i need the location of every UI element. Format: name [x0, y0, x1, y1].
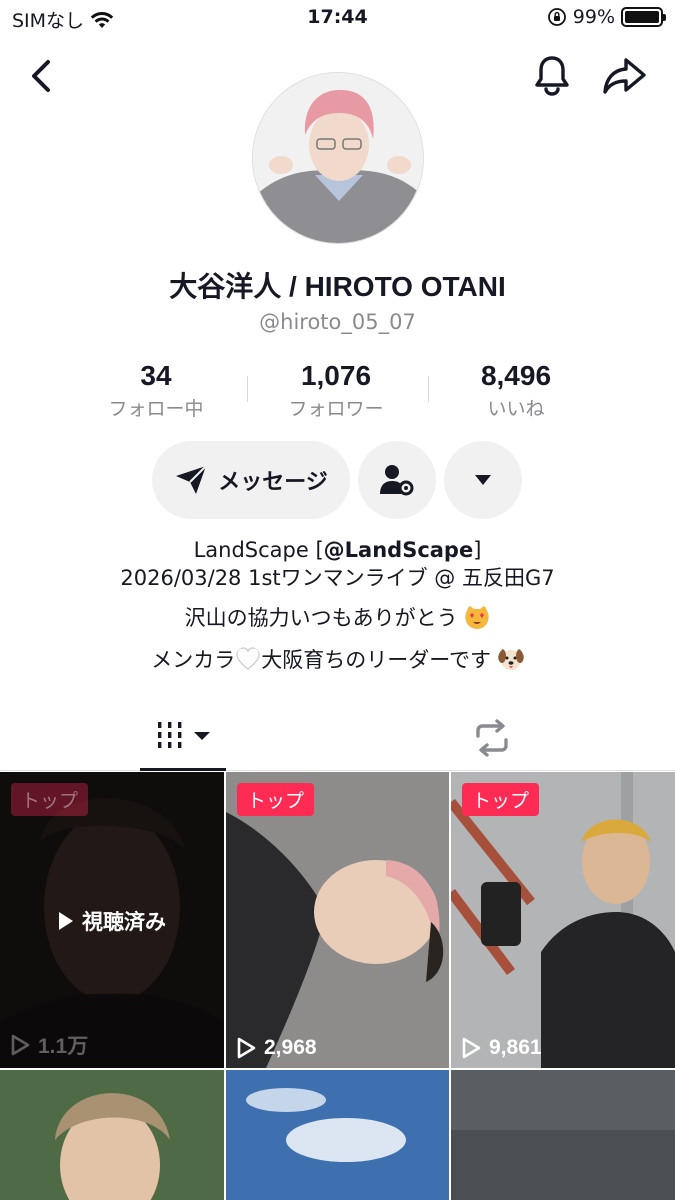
likes-count: 8,496 [480, 360, 552, 391]
battery-icon [621, 7, 666, 27]
bio-text: ] [473, 538, 482, 562]
play-outline-icon [11, 1034, 30, 1056]
bio-mention-link[interactable]: @LandScape [324, 538, 474, 562]
bio: LandScape [@LandScape] 2026/03/28 1stワンマ… [0, 536, 675, 676]
share-icon[interactable] [600, 52, 648, 98]
bio-text: 沢山の協力いつもありがとう [184, 606, 458, 630]
battery-fill [625, 11, 659, 23]
video-thumbnail [226, 772, 449, 1068]
content-tabs [0, 708, 675, 771]
video-tile[interactable] [0, 1070, 224, 1200]
dog-face-emoji-icon [497, 649, 524, 670]
grid-icon [158, 722, 210, 748]
stat-followers[interactable]: 1,076 フォロワー [246, 360, 426, 421]
person-settings-icon [380, 465, 414, 496]
watched-indicator: 視聴済み [0, 906, 224, 936]
bio-line-4: メンカラ 大阪育ちのリーダーです [0, 644, 675, 676]
orientation-lock-icon [547, 8, 566, 26]
video-thumbnail [0, 1070, 224, 1200]
play-icon [59, 912, 73, 930]
video-tile[interactable] [226, 1070, 449, 1200]
watched-label: 視聴済み [82, 910, 166, 934]
video-tile[interactable]: トップ 2,968 [226, 772, 449, 1068]
video-tile[interactable]: トップ 視聴済み 1.1万 [0, 772, 224, 1068]
followers-label: フォロワー [288, 398, 384, 420]
play-outline-icon [462, 1037, 481, 1059]
view-count-value: 1.1万 [38, 1035, 89, 1058]
video-tile[interactable]: トップ 9,861 [451, 772, 675, 1068]
followers-count: 1,076 [300, 360, 372, 391]
bio-text: メンカラ [151, 648, 236, 672]
video-thumbnail [451, 772, 675, 1068]
profile-stats: 34 フォロー中 1,076 フォロワー 8,496 いいね [60, 360, 615, 420]
add-friend-button[interactable] [358, 441, 436, 519]
avatar-image [253, 73, 423, 243]
tab-videos[interactable] [140, 708, 226, 771]
play-outline-icon [237, 1037, 256, 1059]
stat-following[interactable]: 34 フォロー中 [66, 360, 246, 421]
bio-line-3: 沢山の協力いつもありがとう [0, 602, 675, 634]
dropdown-icon [475, 475, 491, 485]
message-button[interactable]: メッセージ [152, 441, 350, 519]
view-count: 1.1万 [10, 1030, 88, 1060]
video-thumbnail [451, 1070, 675, 1200]
bell-icon[interactable] [530, 52, 574, 98]
view-count: 2,968 [236, 1036, 317, 1060]
following-label: フォロー中 [108, 398, 204, 420]
bio-line-2: 2026/03/28 1stワンマンライブ @ 五反田G7 [120, 566, 555, 590]
battery-percent: 99% [572, 6, 615, 28]
status-right: 99% [547, 6, 666, 28]
more-options-button[interactable] [444, 441, 522, 519]
display-name: 大谷洋人 / HIROTO OTANI [169, 271, 506, 302]
likes-label: いいね [487, 398, 545, 420]
back-icon[interactable] [22, 54, 62, 98]
top-badge: トップ [237, 783, 315, 816]
message-label: メッセージ [218, 470, 328, 495]
top-badge: トップ [11, 783, 89, 816]
bio-line-1: LandScape [@LandScape] [0, 536, 675, 564]
following-count: 34 [140, 360, 172, 391]
status-bar: SIMなし 17:44 99% [0, 0, 675, 40]
avatar[interactable] [252, 72, 424, 244]
tab-reposts[interactable] [452, 708, 532, 771]
view-count: 9,861 [461, 1036, 542, 1060]
username: @hiroto_05_07 [259, 310, 416, 334]
send-icon [176, 465, 207, 494]
white-heart-emoji-icon [236, 647, 260, 670]
heart-eyes-cat-emoji-icon [465, 605, 490, 629]
top-badge: トップ [462, 783, 540, 816]
view-count-value: 2,968 [264, 1036, 317, 1059]
video-thumbnail [226, 1070, 449, 1200]
repost-icon [476, 719, 508, 757]
view-count-value: 9,861 [489, 1036, 542, 1059]
bio-text: 大阪育ちのリーダーです [261, 648, 492, 672]
video-tile[interactable] [451, 1070, 675, 1200]
stat-likes[interactable]: 8,496 いいね [426, 360, 606, 421]
bio-text: LandScape [ [193, 538, 324, 562]
